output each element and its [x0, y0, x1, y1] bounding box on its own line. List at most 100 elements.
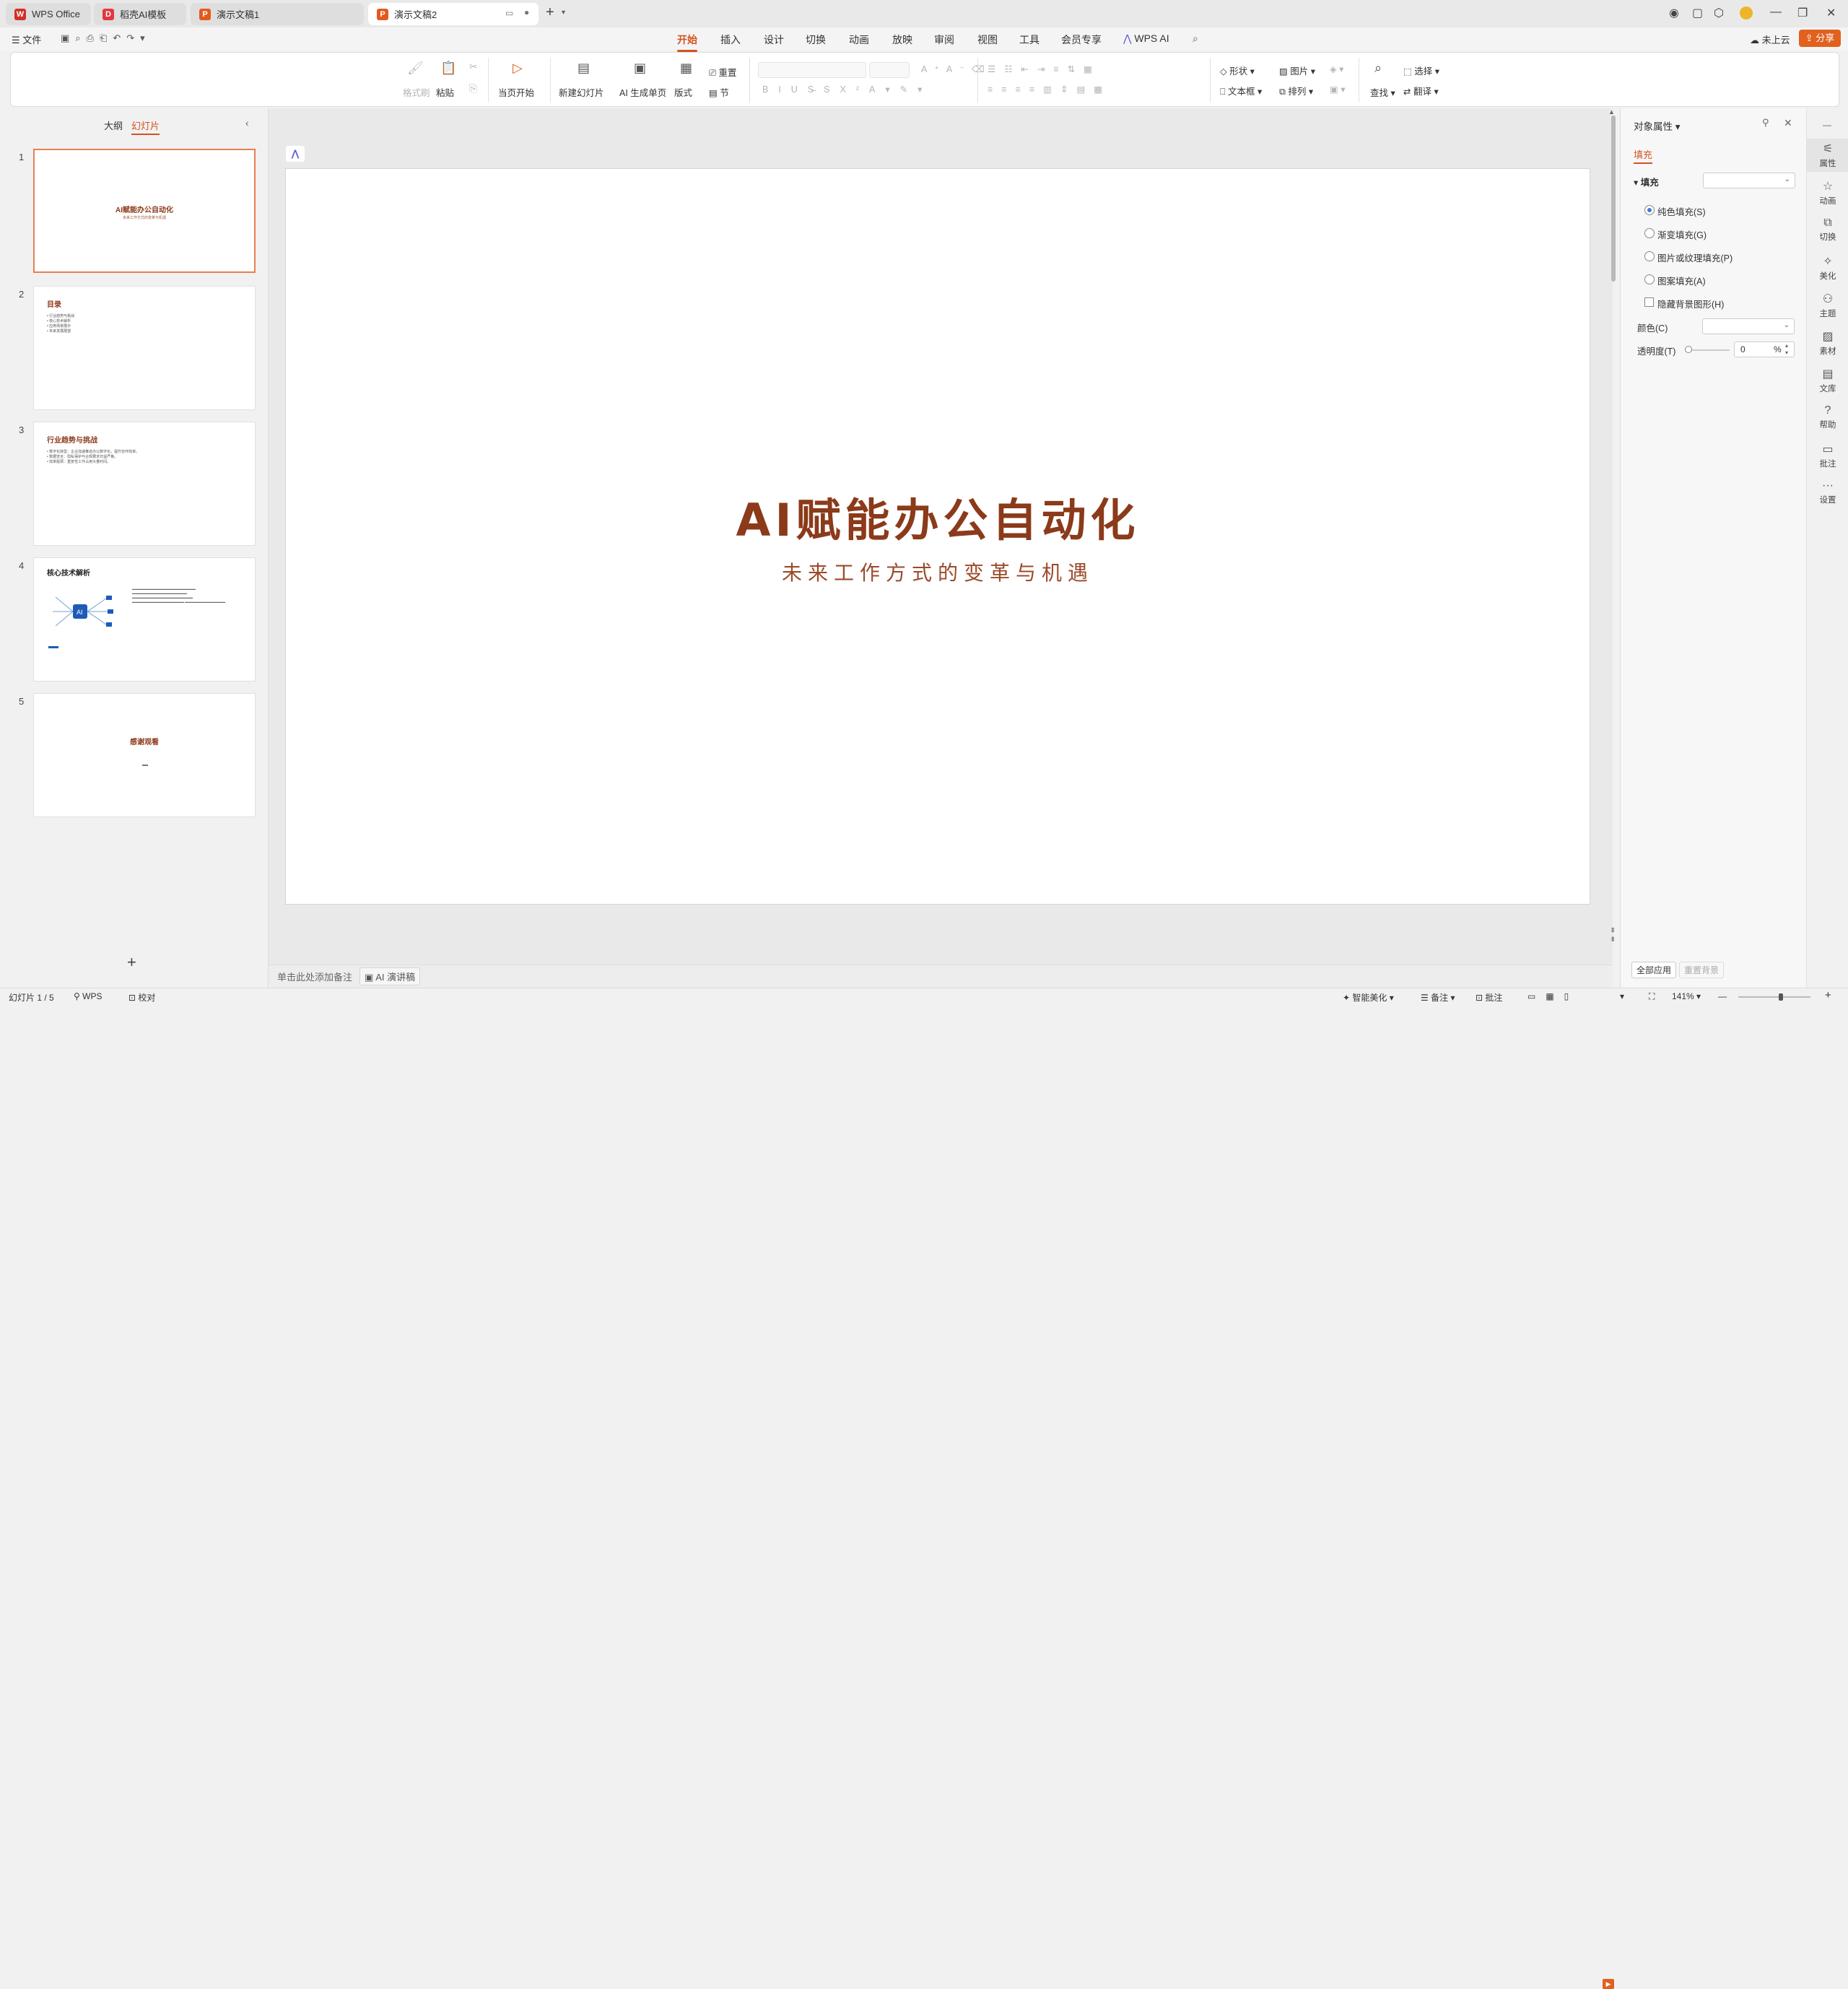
window-icon[interactable]: ▢: [1692, 6, 1703, 20]
fit-window-icon[interactable]: ⛶: [1649, 991, 1655, 1002]
scroll-up-icon[interactable]: ▲: [1608, 108, 1615, 116]
wps-ai-floating-icon[interactable]: ⋀: [286, 146, 305, 162]
transparency-slider-thumb[interactable]: [1685, 346, 1692, 353]
quick-access-toolbar[interactable]: ▣⌕⎙⎗↶↷▾: [61, 32, 151, 44]
find-button[interactable]: 查找 ▾: [1370, 85, 1395, 99]
vertical-scrollbar[interactable]: [1611, 116, 1616, 282]
avatar[interactable]: [1740, 6, 1753, 19]
side-animation[interactable]: ☆ 动画: [1807, 179, 1848, 206]
textbox-button[interactable]: ⎕ 文本框 ▾: [1220, 84, 1262, 97]
side-comments[interactable]: ▭ 批注: [1807, 442, 1848, 469]
copy-icon[interactable]: ⎘: [469, 82, 477, 95]
slide-subtitle[interactable]: 未来工作方式的变革与机遇: [286, 557, 1590, 586]
smart-beautify-button[interactable]: ✦ 智能美化 ▾: [1343, 991, 1394, 1004]
layout-button[interactable]: 版式: [674, 85, 692, 99]
tab-insert[interactable]: 插入: [720, 32, 741, 47]
reset-button[interactable]: ⎚ 重置: [709, 65, 737, 79]
cloud-upload-button[interactable]: ☁ 未上云: [1750, 32, 1790, 46]
unsaved-dot-icon[interactable]: ●: [524, 7, 529, 17]
select-button[interactable]: ⬚ 选择 ▾: [1403, 64, 1439, 77]
tab-slideshow[interactable]: 放映: [892, 32, 912, 47]
shape-button[interactable]: ◇ 形状 ▾: [1220, 64, 1255, 77]
tab-wps-office[interactable]: W WPS Office: [6, 3, 91, 25]
new-slide-button[interactable]: 新建幻灯片: [559, 85, 604, 99]
translate-button[interactable]: ⇄ 翻译 ▾: [1403, 84, 1439, 97]
solid-fill-radio[interactable]: [1644, 205, 1655, 215]
wps-status[interactable]: ⚲ WPS: [74, 991, 102, 1001]
tab-view[interactable]: 视图: [977, 32, 998, 47]
notes-toggle[interactable]: ☰ 备注 ▾: [1421, 991, 1455, 1004]
fill-type-select[interactable]: ⌄: [1703, 173, 1795, 188]
tab-fill[interactable]: 填充: [1634, 147, 1653, 164]
fill-section-header[interactable]: ▾ 填充: [1634, 175, 1659, 188]
close-icon[interactable]: ✕: [1826, 6, 1836, 20]
tab-outline[interactable]: 大纲: [104, 118, 123, 132]
side-transition[interactable]: ⧉ 切换: [1807, 217, 1848, 243]
slide-title[interactable]: AI赋能办公自动化: [286, 484, 1590, 549]
fill-button[interactable]: ◈ ▾: [1330, 64, 1343, 74]
chevron-down-icon[interactable]: ▾: [562, 9, 565, 17]
font-style-buttons[interactable]: BIUS̶SX²A▾✎▾: [762, 84, 932, 95]
play-from-current-button[interactable]: 当页开始: [498, 85, 534, 99]
transparency-input[interactable]: 0 % ▴ ▾: [1734, 341, 1795, 357]
section-button[interactable]: ▤ 节: [709, 85, 729, 99]
reset-background-button[interactable]: 重置背景: [1679, 962, 1725, 978]
gradient-fill-radio[interactable]: [1644, 228, 1655, 238]
ai-generate-button[interactable]: AI 生成单页: [619, 85, 666, 99]
tab-presentation-2[interactable]: P 演示文稿2 ▭ ●: [368, 3, 539, 25]
side-help[interactable]: ? 帮助: [1807, 404, 1848, 430]
pin-icon[interactable]: ⚲: [1762, 117, 1769, 129]
notes-input[interactable]: 单击此处添加备注: [277, 970, 352, 983]
thumbnail-slide-3[interactable]: 行业趋势与挑战 • 数字化转型：企业加速推进办公数字化，提升协作效率。 • 数据…: [33, 422, 256, 546]
collapse-panel-icon[interactable]: ‹: [245, 117, 249, 129]
proofread-button[interactable]: ⊡ 校对: [128, 991, 155, 1004]
format-painter-button[interactable]: 格式刷: [403, 85, 430, 99]
comments-toggle[interactable]: ⊡ 批注: [1476, 991, 1502, 1004]
minimize-panel-icon[interactable]: —: [1823, 120, 1831, 130]
panel-title[interactable]: 对象属性 ▾: [1634, 118, 1681, 133]
skin-icon[interactable]: ⬡: [1714, 6, 1724, 20]
thumbnail-slide-2[interactable]: 目录 • 行业趋势与挑战 • 核心技术解析 • 应用场景展示 • 未来发展展望: [33, 286, 256, 410]
paste-button[interactable]: 粘贴: [436, 85, 454, 99]
view-mode-buttons[interactable]: ▭▦▯: [1527, 991, 1579, 1001]
tab-animation[interactable]: 动画: [849, 32, 869, 47]
tab-wps-ai[interactable]: ⋀ WPS AI: [1123, 32, 1169, 45]
zoom-slider-thumb[interactable]: [1779, 993, 1783, 1001]
tab-design[interactable]: 设计: [764, 32, 784, 47]
apply-all-button[interactable]: 全部应用: [1631, 962, 1677, 978]
font-family-select[interactable]: [758, 62, 866, 78]
zoom-level[interactable]: 141% ▾: [1672, 991, 1701, 1001]
align-buttons[interactable]: ≡≡≡≡▥⇕▤▦: [988, 84, 1111, 95]
picture-fill-radio[interactable]: [1644, 251, 1655, 261]
tab-presentation-1[interactable]: P 演示文稿1: [191, 3, 364, 25]
transparency-slider[interactable]: [1689, 349, 1730, 351]
hide-background-checkbox[interactable]: [1644, 297, 1654, 307]
outline-button[interactable]: ▣ ▾: [1330, 84, 1346, 95]
restore-icon[interactable]: ❐: [1797, 6, 1808, 20]
new-tab-icon[interactable]: +: [546, 4, 554, 21]
side-beautify[interactable]: ✧ 美化: [1807, 254, 1848, 282]
side-properties[interactable]: ⚟ 属性: [1807, 139, 1848, 172]
thumbnail-slide-5[interactable]: 感谢观看: [33, 693, 256, 817]
slideshow-options-icon[interactable]: ▾: [1620, 991, 1624, 1001]
list-buttons[interactable]: ☰☷⇤⇥≡⇅▦: [988, 64, 1101, 74]
tab-review[interactable]: 审阅: [934, 32, 954, 47]
minimize-icon[interactable]: —: [1770, 6, 1782, 19]
tab-slides[interactable]: 幻灯片: [131, 118, 160, 135]
side-material[interactable]: ▨ 素材: [1807, 329, 1848, 357]
monitor-icon[interactable]: ▭: [505, 8, 513, 18]
ai-speech-button[interactable]: ▣ AI 演讲稿: [359, 967, 421, 985]
tab-transition[interactable]: 切换: [806, 32, 826, 47]
file-menu[interactable]: ☰ 文件: [12, 32, 41, 46]
slideshow-play-button[interactable]: ▶: [1603, 1979, 1614, 1989]
color-select[interactable]: ⌄: [1702, 318, 1795, 334]
zoom-out-icon[interactable]: —: [1718, 991, 1727, 1001]
side-library[interactable]: ▤ 文库: [1807, 367, 1848, 394]
font-size-buttons[interactable]: A⁺A⁻⌫: [921, 64, 992, 74]
tab-docer-templates[interactable]: D 稻壳AI模板: [94, 3, 186, 25]
search-icon[interactable]: ⌕: [1193, 32, 1198, 45]
add-slide-icon[interactable]: +: [127, 953, 136, 972]
tab-tools[interactable]: 工具: [1019, 32, 1040, 47]
close-panel-icon[interactable]: ✕: [1784, 117, 1792, 129]
stepper-icon[interactable]: ▴ ▾: [1785, 342, 1788, 357]
